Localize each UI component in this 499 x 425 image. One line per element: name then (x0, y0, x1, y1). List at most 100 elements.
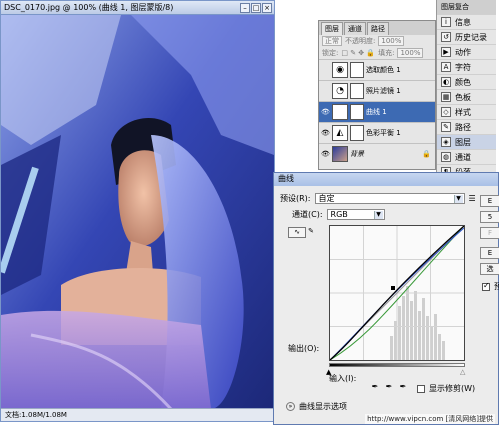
input-gradient-bar (329, 363, 465, 367)
panel-label: 色板 (455, 92, 471, 102)
document-title-bar[interactable]: DSC_0170.jpg @ 100% (曲线 1, 图层蒙版/8) – □ × (1, 1, 274, 15)
preset-value: 自定 (318, 194, 335, 203)
curves-dialog: 曲线 预设(R): 自定 ▼ ☰ 通道(C): RGB ▼ ∿ ✎ 输出(O):… (273, 172, 499, 425)
curves-title-bar[interactable]: 曲线 (274, 173, 498, 186)
side-panel: 图层复合 i 信息 ↺ 历史记录 ▶ 动作 A 字符 ◐ 颜色 ▦ 色板 ◇ 样式 ✎ 路径 ◈… (436, 0, 496, 180)
panel-actions[interactable]: ▶ 动作 (437, 45, 496, 60)
photo-canvas[interactable] (1, 15, 274, 409)
preview-label: 预 (494, 282, 499, 291)
chevron-down-icon: ▼ (453, 195, 463, 203)
layer-comps-tab[interactable]: 图层复合 (437, 0, 496, 15)
black-eyedropper-icon[interactable]: ✒ (370, 382, 380, 392)
eye-icon[interactable]: 👁 (321, 108, 330, 117)
panel-styles[interactable]: ◇ 样式 (437, 105, 496, 120)
preset-select[interactable]: 自定 ▼ (314, 193, 465, 204)
preset-menu-icon[interactable]: ☰ (469, 194, 476, 203)
layer-color-balance[interactable]: 👁 ◭ 色彩平衡 1 (319, 122, 435, 143)
channel-value: RGB (330, 210, 348, 219)
pencil-icon[interactable]: ✎ (306, 227, 316, 238)
channel-row: 通道(C): RGB ▼ (292, 209, 385, 220)
white-point-slider[interactable]: △ (460, 368, 465, 376)
panel-label: 路径 (455, 122, 471, 132)
panel-swatches[interactable]: ▦ 色板 (437, 90, 496, 105)
layer-selective-color[interactable]: ◉ 选取颜色 1 (319, 59, 435, 80)
visibility-off-icon[interactable] (321, 66, 330, 75)
auto-button[interactable]: E (480, 247, 499, 259)
photo-image (1, 15, 274, 409)
cancel-button[interactable]: 5 (480, 211, 499, 223)
layer-name: 背景 (350, 150, 364, 158)
lock-icons[interactable]: □ ✎ ✥ 🔒 (341, 49, 375, 57)
eye-icon[interactable]: 👁 (321, 150, 330, 159)
channels-icon: ◍ (441, 152, 451, 162)
layer-curves[interactable]: 👁 ∿ 曲线 1 (319, 101, 435, 122)
panel-color[interactable]: ◐ 颜色 (437, 75, 496, 90)
adjustment-icon: ◉ (332, 62, 348, 78)
layers-icon: ◈ (441, 137, 451, 147)
document-size: 文档:1.08M/1.08M (5, 411, 67, 419)
fill-field[interactable]: 100% (397, 48, 424, 58)
document-title: DSC_0170.jpg @ 100% (曲线 1, 图层蒙版/8) (4, 3, 174, 12)
white-eyedropper-icon[interactable]: ✒ (398, 382, 408, 392)
curve-control-point[interactable] (391, 286, 395, 290)
maximize-icon[interactable]: □ (251, 2, 261, 13)
layer-name: 曲线 1 (366, 108, 387, 116)
eye-icon[interactable]: 👁 (321, 129, 330, 138)
preset-row: 预设(R): 自定 ▼ ☰ (280, 193, 476, 204)
panel-layers[interactable]: ◈ 图层 (437, 135, 496, 150)
options-button[interactable]: 选 (480, 263, 499, 275)
histogram (390, 286, 445, 360)
preview-checkbox[interactable]: ✓ (482, 281, 490, 291)
curves-graph[interactable] (329, 225, 465, 361)
tab-channels[interactable]: 通道 (344, 22, 366, 35)
layer-background[interactable]: 👁 背景 🔒 (319, 143, 435, 164)
layer-name: 照片滤镜 1 (366, 87, 401, 95)
panel-info[interactable]: i 信息 (437, 15, 496, 30)
blend-mode-select[interactable]: 正常 (322, 36, 342, 46)
input-label: 输入(I): (329, 374, 357, 383)
button-label: E (487, 197, 493, 205)
panel-label: 通道 (455, 152, 471, 162)
opacity-field[interactable]: 100% (378, 36, 405, 46)
close-icon[interactable]: × (262, 2, 272, 13)
show-clipping-checkbox[interactable] (417, 384, 425, 393)
layer-name: 选取颜色 1 (366, 66, 401, 74)
styles-icon: ◇ (441, 107, 451, 117)
panel-character[interactable]: A 字符 (437, 60, 496, 75)
tab-layers[interactable]: 图层 (321, 22, 343, 35)
ok-button[interactable]: E (480, 195, 499, 207)
panel-history[interactable]: ↺ 历史记录 (437, 30, 496, 45)
preview-row: ✓ 预 (482, 281, 499, 292)
character-icon: A (441, 62, 451, 72)
panel-label: 颜色 (455, 77, 471, 87)
opacity-label: 不透明度: (345, 37, 376, 45)
layer-mask-thumb (350, 62, 364, 78)
photo-filter-icon: ◔ (332, 83, 348, 99)
expand-icon[interactable]: » (286, 402, 295, 411)
color-icon: ◐ (441, 77, 451, 87)
visibility-off-icon[interactable] (321, 87, 330, 96)
blend-row: 正常 不透明度: 100% (319, 35, 435, 47)
gray-eyedropper-icon[interactable]: ✒ (384, 382, 394, 392)
panel-paths[interactable]: ✎ 路径 (437, 120, 496, 135)
paths-icon: ✎ (441, 122, 451, 132)
tab-paths[interactable]: 路径 (367, 22, 389, 35)
fill-label: 填充: (378, 49, 395, 57)
output-label: 输出(O): (288, 344, 320, 353)
layer-mask-thumb (350, 83, 364, 99)
channel-select[interactable]: RGB ▼ (326, 209, 385, 220)
background-thumb (332, 146, 348, 162)
display-options-row: » 曲线显示选项 (286, 401, 347, 412)
smooth-button[interactable]: F (480, 227, 499, 239)
panel-label: 图层 (455, 137, 471, 147)
lock-icon: 🔒 (422, 150, 431, 158)
lock-label: 锁定: (322, 49, 339, 57)
curve-point-tool[interactable]: ∿ (288, 227, 306, 238)
history-icon: ↺ (441, 32, 451, 42)
layer-photo-filter[interactable]: ◔ 照片滤镜 1 (319, 80, 435, 101)
button-label: 5 (487, 213, 493, 221)
panel-channels[interactable]: ◍ 通道 (437, 150, 496, 165)
layer-comps-label: 图层复合 (441, 3, 469, 11)
panel-label: 样式 (455, 107, 471, 117)
minimize-icon[interactable]: – (240, 2, 250, 13)
